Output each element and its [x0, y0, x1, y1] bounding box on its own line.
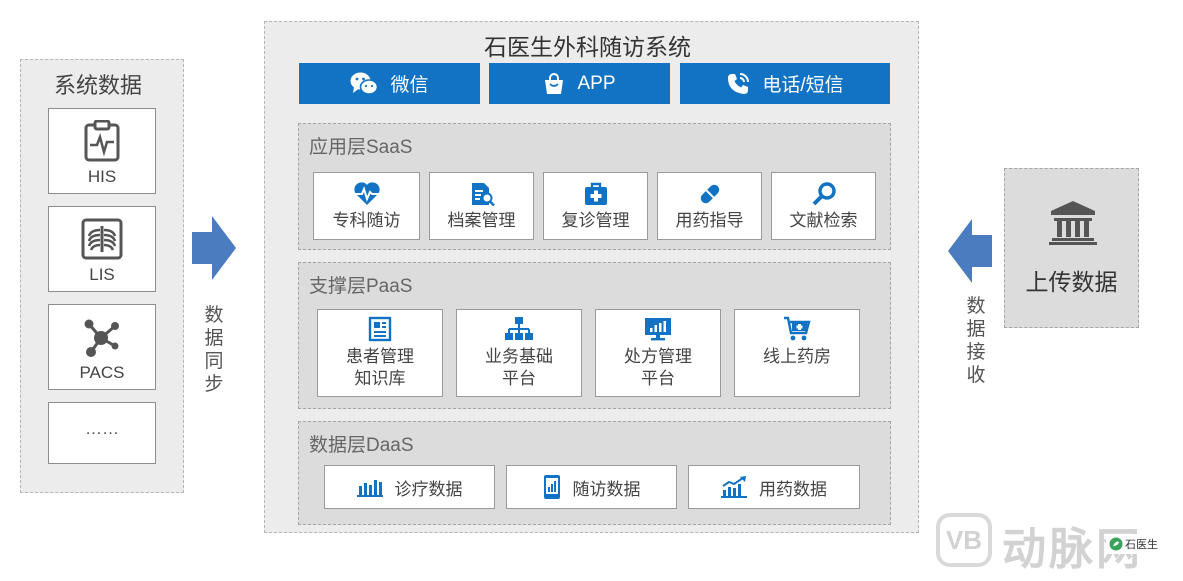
paas-label-line2: 平台 [502, 369, 536, 388]
paas-label-line2: 知识库 [354, 369, 406, 388]
channel-wechat-label: 微信 [390, 75, 429, 96]
paas-label-line2: 平台 [641, 369, 675, 388]
bar-chart-icon [356, 480, 383, 497]
lis-card: LIS [48, 206, 156, 292]
channel-phone-sms-label: 电话/短信 [762, 75, 844, 96]
saas-layer-title: 应用层SaaS [309, 137, 413, 158]
paas-online-pharmacy-label: 线上药房 [739, 346, 855, 368]
vb-logo-icon: VB [936, 513, 992, 567]
news-document-icon [318, 316, 442, 344]
molecule-icon [49, 315, 155, 359]
saas-layer: 应用层SaaS 专科随访 档案管理 复诊管理 用药指导 文献检索 [298, 123, 891, 250]
upload-data-box: 上传数据 [1004, 168, 1139, 328]
sync-arrow-icon [192, 216, 236, 280]
lis-label: LIS [89, 265, 115, 284]
daas-medication-data-label: 用药数据 [759, 479, 827, 499]
shopping-bag-icon [545, 72, 564, 94]
main-system-title: 石医生外科随访系统 [484, 34, 691, 60]
pacs-card: PACS [48, 304, 156, 390]
system-data-panel: 系统数据 HIS LIS PACS …… [20, 59, 184, 493]
daas-followup-data[interactable]: 随访数据 [506, 465, 677, 509]
paas-label-line1: 线上药房 [763, 347, 831, 366]
paas-label-line1: 患者管理 [346, 347, 414, 366]
paas-business-platform-label: 业务基础 平台 [461, 346, 577, 390]
saas-specialty-followup-label: 专科随访 [332, 211, 401, 230]
paas-patient-knowledge-base[interactable]: 患者管理 知识库 [317, 309, 443, 397]
saas-revisit-management[interactable]: 复诊管理 [543, 172, 648, 240]
channel-app[interactable]: APP [489, 63, 670, 104]
more-card: …… [48, 402, 156, 464]
saas-medication-guidance[interactable]: 用药指导 [657, 172, 762, 240]
daas-layer-title: 数据层DaaS [309, 435, 414, 456]
document-search-icon [430, 181, 533, 207]
saas-revisit-management-label: 复诊管理 [561, 211, 630, 230]
bank-building-icon [1049, 201, 1097, 245]
paas-layer-title: 支撑层PaaS [309, 276, 413, 297]
daas-medication-data[interactable]: 用药数据 [688, 465, 860, 509]
his-label: HIS [87, 167, 117, 186]
paas-label-line1: 处方管理 [624, 347, 692, 366]
daas-diagnosis-data[interactable]: 诊疗数据 [324, 465, 495, 509]
medical-kit-icon [544, 181, 647, 207]
heart-pulse-icon [314, 181, 419, 207]
receive-arrow-icon [948, 219, 992, 283]
channel-wechat[interactable]: 微信 [299, 63, 480, 104]
vb-logo-text: VB [945, 524, 983, 555]
more-label: …… [85, 419, 119, 438]
channel-phone-sms[interactable]: 电话/短信 [680, 63, 890, 104]
paas-prescription-platform[interactable]: 处方管理 平台 [595, 309, 721, 397]
brand-badge: 石医生 [1106, 534, 1161, 554]
paas-label-line1: 业务基础 [485, 347, 553, 366]
system-data-title: 系统数据 [54, 73, 143, 98]
data-receive-label: 数据接收 [966, 296, 986, 386]
paas-online-pharmacy[interactable]: 线上药房 [734, 309, 860, 397]
mobile-chart-icon [543, 475, 560, 499]
trend-chart-icon [721, 476, 747, 498]
paas-layer: 支撑层PaaS 患者管理 知识库 业务基础 平台 处方管理 平台 线上药房 [298, 262, 891, 409]
magnifier-icon [772, 181, 875, 207]
his-card: HIS [48, 108, 156, 194]
brand-text: 石医生 [1125, 539, 1158, 551]
clipboard-pulse-icon [49, 119, 155, 163]
daas-layer: 数据层DaaS 诊疗数据 随访数据 用药数据 [298, 421, 891, 525]
saas-record-management[interactable]: 档案管理 [429, 172, 534, 240]
channel-app-label: APP [577, 72, 616, 94]
pacs-label: PACS [79, 363, 125, 382]
paas-business-platform[interactable]: 业务基础 平台 [456, 309, 582, 397]
daas-diagnosis-data-label: 诊疗数据 [394, 479, 463, 499]
org-chart-icon [457, 316, 581, 344]
paas-patient-knowledge-base-label: 患者管理 知识库 [322, 346, 438, 390]
saas-record-management-label: 档案管理 [447, 211, 516, 230]
pill-icon [658, 181, 761, 207]
data-sync-label: 数据同步 [204, 305, 224, 395]
brand-leaf-icon [1109, 537, 1123, 551]
cart-plus-icon [735, 316, 859, 344]
phone-icon [728, 72, 750, 94]
watermark: VB 动脉网 石医生 [936, 513, 1176, 574]
saas-specialty-followup[interactable]: 专科随访 [313, 172, 420, 240]
monitor-chart-icon [596, 316, 720, 344]
wechat-icon [350, 72, 379, 95]
paas-prescription-platform-label: 处方管理 平台 [600, 346, 716, 390]
daas-followup-data-label: 随访数据 [572, 479, 641, 499]
saas-medication-guidance-label: 用药指导 [675, 211, 744, 230]
saas-literature-search[interactable]: 文献检索 [771, 172, 876, 240]
saas-literature-search-label: 文献检索 [789, 211, 858, 230]
xray-chest-icon [49, 217, 155, 261]
upload-data-label: 上传数据 [1025, 269, 1118, 295]
